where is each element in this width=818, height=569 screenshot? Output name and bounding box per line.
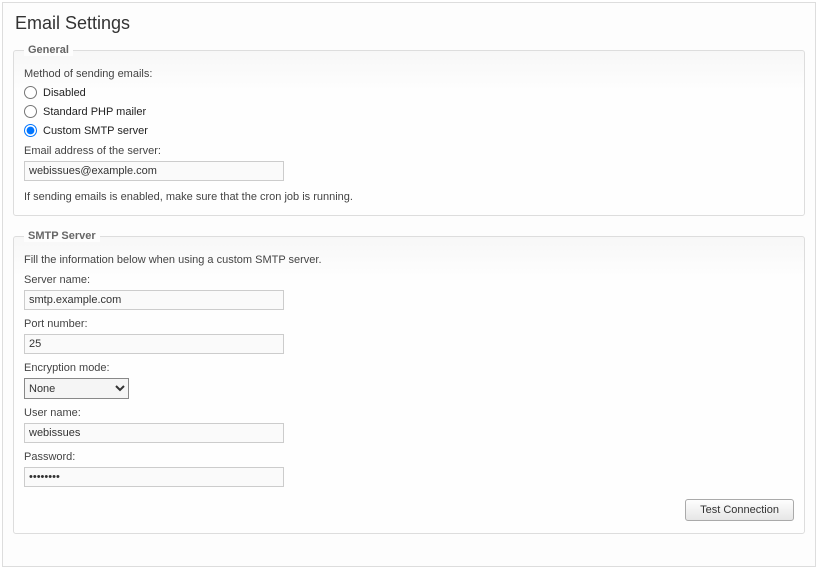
method-radio-disabled[interactable] xyxy=(24,86,37,99)
server-name-input[interactable] xyxy=(24,290,284,310)
method-label: Method of sending emails: xyxy=(24,68,794,80)
port-number-input[interactable] xyxy=(24,334,284,354)
general-legend: General xyxy=(24,44,73,56)
method-radio-smtp[interactable] xyxy=(24,124,37,137)
page-title: Email Settings xyxy=(15,13,805,34)
general-fieldset: General Method of sending emails: Disabl… xyxy=(13,44,805,216)
test-connection-button[interactable]: Test Connection xyxy=(685,499,794,521)
port-number-label: Port number: xyxy=(24,318,794,330)
cron-note: If sending emails is enabled, make sure … xyxy=(24,191,794,203)
user-name-input[interactable] xyxy=(24,423,284,443)
smtp-legend: SMTP Server xyxy=(24,230,100,242)
password-input[interactable] xyxy=(24,467,284,487)
method-radio-php[interactable] xyxy=(24,105,37,118)
smtp-fieldset: SMTP Server Fill the information below w… xyxy=(13,230,805,534)
user-name-label: User name: xyxy=(24,407,794,419)
server-name-label: Server name: xyxy=(24,274,794,286)
email-address-label: Email address of the server: xyxy=(24,145,794,157)
encryption-mode-select[interactable]: None xyxy=(24,378,129,399)
email-settings-panel: Email Settings General Method of sending… xyxy=(2,2,816,567)
smtp-intro: Fill the information below when using a … xyxy=(24,254,794,266)
email-address-input[interactable] xyxy=(24,161,284,181)
password-label: Password: xyxy=(24,451,794,463)
radio-row-disabled: Disabled xyxy=(24,86,794,99)
method-radio-smtp-label[interactable]: Custom SMTP server xyxy=(43,125,148,137)
radio-row-smtp: Custom SMTP server xyxy=(24,124,794,137)
encryption-mode-label: Encryption mode: xyxy=(24,362,794,374)
radio-row-php: Standard PHP mailer xyxy=(24,105,794,118)
method-radio-php-label[interactable]: Standard PHP mailer xyxy=(43,106,146,118)
method-radio-disabled-label[interactable]: Disabled xyxy=(43,87,86,99)
